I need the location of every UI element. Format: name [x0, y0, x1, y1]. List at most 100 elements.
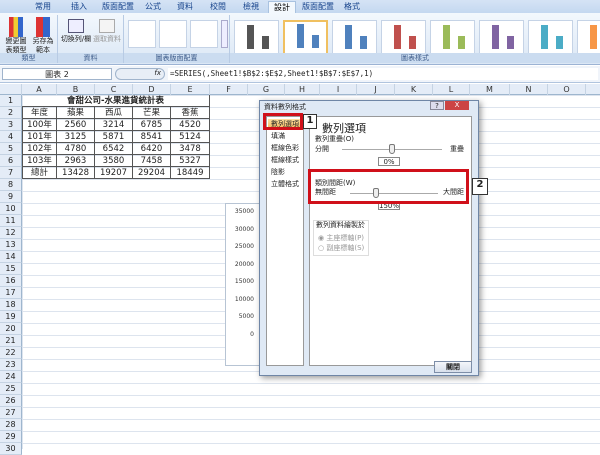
data-cell[interactable]: 3214	[95, 119, 133, 131]
column-header-K[interactable]: K	[395, 84, 433, 95]
row-header[interactable]: 25	[0, 383, 22, 395]
chart-style-option[interactable]	[577, 20, 600, 56]
column-header-L[interactable]: L	[433, 84, 470, 95]
chart-style-option[interactable]	[332, 20, 377, 56]
data-cell[interactable]: 101年	[22, 131, 57, 143]
row-header[interactable]: 27	[0, 407, 22, 419]
nav-item-1[interactable]: 填滿	[271, 131, 285, 141]
header-cell[interactable]: 芒果	[133, 107, 171, 119]
table-title[interactable]: 會甜公司-水果進貨統計表	[22, 95, 210, 107]
chart-style-option[interactable]	[234, 20, 279, 56]
column-header-O[interactable]: O	[548, 84, 586, 95]
layout-option[interactable]	[128, 20, 156, 48]
header-cell[interactable]: 蘋果	[57, 107, 95, 119]
chart-style-option[interactable]	[381, 20, 426, 56]
row-header[interactable]: 13	[0, 239, 22, 251]
chart-style-option[interactable]	[430, 20, 475, 56]
tab-2[interactable]: 版面配置	[100, 1, 136, 13]
data-cell[interactable]: 3125	[57, 131, 95, 143]
row-header[interactable]: 20	[0, 323, 22, 335]
row-header[interactable]: 5	[0, 143, 22, 155]
row-header[interactable]: 6	[0, 155, 22, 167]
tab-5[interactable]: 校閱	[202, 1, 234, 13]
data-cell[interactable]: 6542	[95, 143, 133, 155]
close-icon[interactable]: X	[445, 101, 469, 110]
tab-1[interactable]: 插入	[62, 1, 96, 13]
data-cell[interactable]: 19207	[95, 167, 133, 179]
header-cell[interactable]: 西瓜	[95, 107, 133, 119]
column-header-B[interactable]: B	[57, 84, 95, 95]
row-header[interactable]: 4	[0, 131, 22, 143]
data-cell[interactable]: 6785	[133, 119, 171, 131]
tab-3[interactable]: 公式	[138, 1, 168, 13]
layouts-scroll[interactable]	[221, 20, 228, 48]
data-cell[interactable]: 2560	[57, 119, 95, 131]
chart-style-option[interactable]	[479, 20, 524, 56]
tab-0[interactable]: 常用	[28, 1, 58, 13]
formula-input[interactable]: =SERIES(,Sheet1!$B$2:$E$2,Sheet1!$B$7:$E…	[168, 68, 598, 80]
row-header[interactable]: 26	[0, 395, 22, 407]
tab-7[interactable]: 設計	[268, 1, 296, 13]
select-all-corner[interactable]	[0, 84, 22, 95]
data-cell[interactable]: 100年	[22, 119, 57, 131]
data-cell[interactable]: 3580	[95, 155, 133, 167]
column-header-H[interactable]: H	[285, 84, 320, 95]
data-cell[interactable]: 4780	[57, 143, 95, 155]
column-header-M[interactable]: M	[470, 84, 510, 95]
nav-item-3[interactable]: 框線樣式	[271, 155, 299, 165]
data-cell[interactable]: 8541	[133, 131, 171, 143]
select-data-button[interactable]: 選取資料	[92, 17, 122, 44]
row-header[interactable]: 14	[0, 251, 22, 263]
secondary-axis-radio[interactable]: ○ 副座標軸(S)	[318, 243, 364, 253]
data-cell[interactable]: 6420	[133, 143, 171, 155]
column-header-N[interactable]: N	[510, 84, 548, 95]
name-box[interactable]: 圖表 2	[2, 68, 112, 80]
insert-function-icon[interactable]: fx	[115, 68, 165, 80]
tab-9[interactable]: 格式	[338, 1, 366, 13]
row-header[interactable]: 7	[0, 167, 22, 179]
row-header[interactable]: 22	[0, 347, 22, 359]
close-button[interactable]: 關閉	[434, 361, 472, 373]
column-header-E[interactable]: E	[171, 84, 210, 95]
help-button[interactable]: ?	[430, 101, 444, 110]
column-header-I[interactable]: I	[320, 84, 357, 95]
change-chart-type-button[interactable]: 變更圖表類型	[3, 17, 29, 55]
column-header-A[interactable]: A	[22, 84, 57, 95]
data-cell[interactable]: 29204	[133, 167, 171, 179]
header-cell[interactable]: 年度	[22, 107, 57, 119]
row-header[interactable]: 21	[0, 335, 22, 347]
tab-6[interactable]: 檢視	[236, 1, 266, 13]
column-header-C[interactable]: C	[95, 84, 133, 95]
tab-8[interactable]: 版面配置	[300, 1, 336, 13]
layout-option[interactable]	[190, 20, 218, 48]
row-header[interactable]: 10	[0, 203, 22, 215]
data-cell[interactable]: 7458	[133, 155, 171, 167]
column-header-G[interactable]: G	[248, 84, 285, 95]
row-header[interactable]: 29	[0, 431, 22, 443]
chart-style-option[interactable]	[283, 20, 328, 56]
row-header[interactable]: 3	[0, 119, 22, 131]
switch-row-column-button[interactable]: 切換列/欄	[60, 17, 92, 44]
data-cell[interactable]: 5871	[95, 131, 133, 143]
data-cell[interactable]: 5327	[171, 155, 210, 167]
row-header[interactable]: 9	[0, 191, 22, 203]
column-header-J[interactable]: J	[357, 84, 395, 95]
row-header[interactable]: 19	[0, 311, 22, 323]
save-template-button[interactable]: 另存為範本	[30, 17, 56, 55]
header-cell[interactable]: 香蕉	[171, 107, 210, 119]
row-header[interactable]: 1	[0, 95, 22, 107]
row-header[interactable]: 23	[0, 359, 22, 371]
overlap-slider[interactable]	[342, 144, 442, 154]
row-header[interactable]: 24	[0, 371, 22, 383]
chart-style-option[interactable]	[528, 20, 573, 56]
data-cell[interactable]: 18449	[171, 167, 210, 179]
row-header[interactable]: 8	[0, 179, 22, 191]
row-header[interactable]: 28	[0, 419, 22, 431]
nav-item-4[interactable]: 陰影	[271, 167, 285, 177]
tab-4[interactable]: 資料	[170, 1, 200, 13]
data-cell[interactable]: 2963	[57, 155, 95, 167]
row-header[interactable]: 17	[0, 287, 22, 299]
data-cell[interactable]: 總計	[22, 167, 57, 179]
row-header[interactable]: 15	[0, 263, 22, 275]
row-header[interactable]: 16	[0, 275, 22, 287]
